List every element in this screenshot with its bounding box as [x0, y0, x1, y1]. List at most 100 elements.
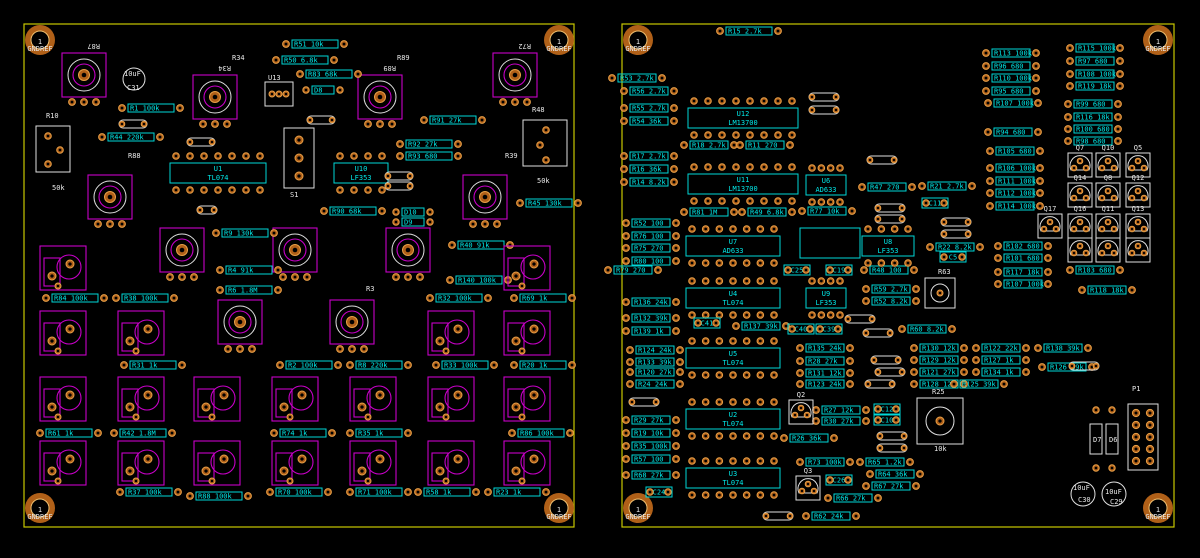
solder-pad [688, 371, 696, 379]
solder-pad [688, 259, 696, 267]
solder-pad [509, 69, 521, 81]
solder-pad [718, 97, 726, 105]
solder-pad [375, 454, 385, 464]
resistor-label: R22 8.2k [938, 244, 973, 252]
resistor-label: R96 680 [994, 63, 1024, 71]
solder-pad [112, 294, 120, 302]
solder-pad [490, 361, 498, 369]
solder-pad [1145, 444, 1155, 454]
connector-ref: P1 [1132, 385, 1140, 393]
capacitor-label: C12 [881, 406, 894, 414]
solder-pad [346, 429, 354, 437]
solder-pad [898, 215, 906, 223]
solder-pad [626, 368, 634, 376]
solder-pad [982, 62, 990, 70]
solder-pad [506, 241, 514, 249]
solder-pad [622, 429, 630, 437]
resistor-r65-1-2k: R65 1.2k [865, 457, 905, 467]
solder-pad [701, 259, 710, 267]
solder-pad [652, 398, 660, 406]
solder-pad [972, 344, 980, 352]
solder-pad [54, 282, 62, 290]
solder-pad [364, 413, 372, 421]
resistor-label: R91 27k [432, 117, 462, 125]
solder-pad [294, 153, 304, 163]
solder-pad [1036, 202, 1044, 210]
capacitor-ref: C30 [1078, 496, 1091, 504]
solder-pad [862, 406, 870, 414]
solder-pad [746, 163, 754, 171]
solder-pad [1036, 164, 1044, 172]
resistor-label: R86 100k [520, 430, 555, 438]
solder-pad [958, 253, 966, 261]
resistor-label: R20 1k [522, 362, 548, 370]
solder-pad [898, 368, 906, 376]
solder-pad [670, 117, 678, 125]
resistor-label: R2 100k [288, 362, 318, 370]
resistor-label: R108 100k [1078, 71, 1117, 79]
solder-pad [908, 183, 916, 191]
solder-pad [236, 345, 244, 353]
solder-pad [176, 104, 184, 112]
solder-pad [47, 466, 57, 476]
solder-pad [826, 164, 835, 172]
resistor-label: R45 130k [528, 200, 563, 208]
solder-pad [1082, 164, 1090, 172]
solder-pad [1068, 362, 1076, 370]
diode-label: D10 [404, 209, 417, 217]
solder-pad [964, 230, 972, 238]
solder-pad [701, 311, 710, 319]
solder-pad [715, 311, 724, 319]
solder-pad [940, 199, 948, 207]
solder-pad [756, 277, 765, 285]
solder-pad [712, 319, 720, 327]
resistor-label: R73 100k [808, 459, 843, 467]
resistor-label: R133 39k [638, 359, 673, 367]
solder-pad [282, 40, 290, 48]
resistor-r133-39k: R133 39k [635, 357, 675, 367]
solder-pad [808, 106, 816, 114]
resistor-r140-100k: R140 100k [455, 275, 503, 285]
solder-pad [510, 361, 518, 369]
solder-pad [858, 183, 866, 191]
solder-pad [732, 131, 740, 139]
solder-pad [890, 225, 899, 233]
solder-pad [862, 329, 870, 337]
solder-pad [877, 259, 886, 267]
solder-pad [1036, 189, 1044, 197]
solder-pad [796, 357, 804, 365]
trimmer-value: 10k [934, 445, 947, 453]
solder-pad [529, 454, 539, 464]
solder-pad [414, 488, 422, 496]
solder-pad [518, 413, 526, 421]
solder-pad [1104, 157, 1112, 165]
solder-pad [1110, 194, 1118, 202]
resistor-r111-100k: R111 100k [995, 176, 1037, 186]
solder-pad [1032, 74, 1040, 82]
trimmer-ref: R25 [932, 388, 945, 396]
solder-pad [1044, 268, 1052, 276]
resistor-label: R48 100 [872, 267, 902, 275]
solder-pad [786, 512, 794, 520]
solder-pad [770, 277, 778, 285]
solder-pad [348, 345, 356, 353]
solder-pad [306, 116, 314, 124]
solder-pad [672, 471, 680, 479]
resistor-label: R102 680 [1006, 243, 1040, 251]
solder-pad [756, 311, 765, 319]
mount-hole-net: GNDREF [546, 45, 571, 53]
solder-pad [65, 259, 75, 269]
solder-pad [1114, 100, 1122, 108]
solder-pad [54, 347, 62, 355]
solder-pad [715, 225, 724, 233]
solder-pad [174, 488, 182, 496]
resistor-r103-680: R103 680 [1075, 265, 1115, 275]
resistor-label: R111 100k [998, 178, 1037, 186]
solder-pad [817, 311, 826, 319]
solder-pad [890, 156, 898, 164]
solder-pad [986, 202, 994, 210]
resistor-label: R38 100k [124, 295, 159, 303]
solder-pad [608, 74, 616, 82]
solder-pad [210, 206, 218, 214]
solder-pad [268, 90, 276, 98]
